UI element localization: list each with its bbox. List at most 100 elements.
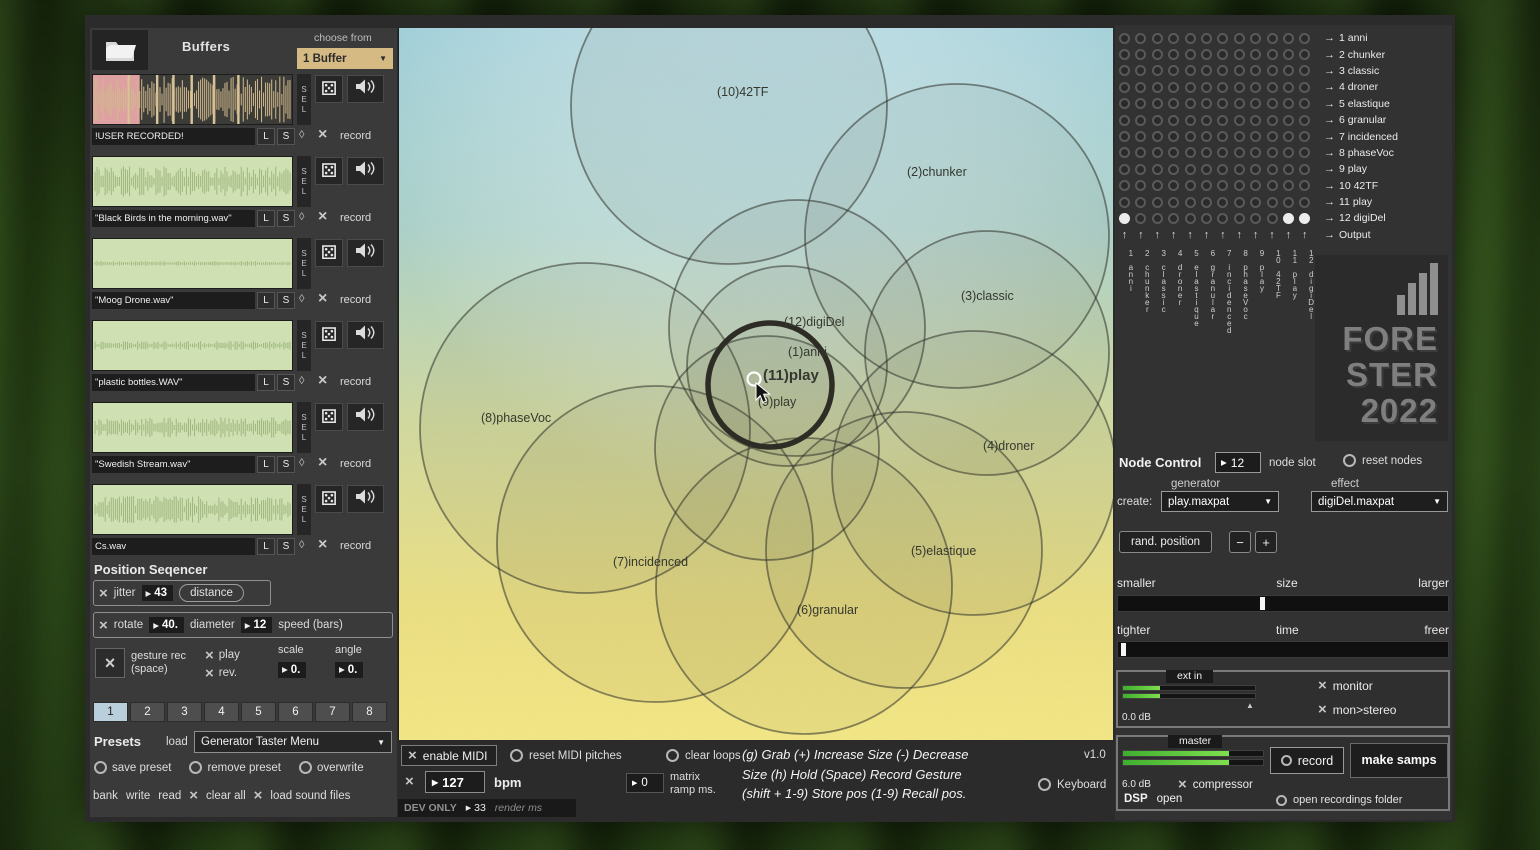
- remove-preset-button[interactable]: remove preset: [189, 761, 281, 774]
- matrix-cell[interactable]: [1119, 65, 1130, 76]
- matrix-cell[interactable]: [1283, 115, 1294, 126]
- waveform-display[interactable]: [92, 402, 293, 453]
- select-strip[interactable]: SEL: [297, 402, 311, 453]
- keyboard-button[interactable]: Keyboard: [1038, 778, 1106, 791]
- matrix-cell[interactable]: [1201, 131, 1212, 142]
- record-label[interactable]: record: [340, 130, 371, 142]
- seq-step-2[interactable]: 2: [130, 702, 165, 722]
- matrix-cell[interactable]: [1119, 49, 1130, 60]
- speaker-button[interactable]: [347, 239, 384, 267]
- matrix-cell[interactable]: [1234, 33, 1245, 44]
- matrix-cell[interactable]: [1201, 197, 1212, 208]
- matrix-cell[interactable]: [1250, 180, 1261, 191]
- record-label[interactable]: record: [340, 212, 371, 224]
- matrix-cell[interactable]: [1250, 164, 1261, 175]
- matrix-cell[interactable]: [1152, 213, 1163, 224]
- record-button[interactable]: record: [1270, 747, 1344, 774]
- jitter-value[interactable]: ▶43: [142, 585, 174, 601]
- matrix-cell[interactable]: [1168, 180, 1179, 191]
- load-sound-files-label[interactable]: load sound files: [270, 790, 350, 802]
- seq-step-1[interactable]: 1: [93, 702, 128, 722]
- matrix-cell[interactable]: [1283, 147, 1294, 158]
- size-slider-handle[interactable]: [1260, 597, 1265, 610]
- matrix-cell[interactable]: [1250, 131, 1261, 142]
- matrix-cell[interactable]: [1217, 147, 1228, 158]
- seq-step-5[interactable]: 5: [241, 702, 276, 722]
- matrix-cell[interactable]: [1234, 82, 1245, 93]
- render-ms-value[interactable]: ▶33: [466, 802, 486, 814]
- matrix-cell[interactable]: [1250, 98, 1261, 109]
- matrix-cell[interactable]: [1217, 213, 1228, 224]
- matrix-cell[interactable]: [1217, 131, 1228, 142]
- loop-button[interactable]: L: [257, 456, 275, 473]
- matrix-cell[interactable]: [1250, 213, 1261, 224]
- seq-step-7[interactable]: 7: [315, 702, 350, 722]
- overwrite-button[interactable]: overwrite: [299, 761, 364, 774]
- matrix-cell[interactable]: [1135, 197, 1146, 208]
- seq-step-8[interactable]: 8: [352, 702, 387, 722]
- loop-button[interactable]: L: [257, 538, 275, 555]
- matrix-cell[interactable]: [1234, 197, 1245, 208]
- bpm-value-box[interactable]: ▶ 127: [425, 771, 485, 793]
- scale-value[interactable]: ▶0.: [278, 662, 306, 678]
- dice-random-button[interactable]: ⚄: [315, 485, 343, 513]
- matrix-cell[interactable]: [1119, 82, 1130, 93]
- matrix-cell[interactable]: [1119, 131, 1130, 142]
- matrix-cell[interactable]: [1201, 49, 1212, 60]
- matrix-cell[interactable]: [1299, 49, 1310, 60]
- matrix-cell[interactable]: [1234, 98, 1245, 109]
- matrix-cell[interactable]: [1185, 65, 1196, 76]
- loop-button[interactable]: L: [257, 292, 275, 309]
- open-folder-button[interactable]: [92, 30, 148, 70]
- matrix-cell[interactable]: [1168, 33, 1179, 44]
- bank-read-button[interactable]: read: [158, 790, 181, 802]
- matrix-cell[interactable]: [1135, 115, 1146, 126]
- matrix-cell[interactable]: [1119, 115, 1130, 126]
- matrix-cell[interactable]: [1119, 197, 1130, 208]
- matrix-cell[interactable]: [1185, 82, 1196, 93]
- record-arm-toggle[interactable]: ×: [318, 372, 327, 390]
- rotate-toggle[interactable]: ×: [99, 618, 108, 633]
- rand-plus-button[interactable]: +: [1255, 531, 1277, 553]
- dice-random-button[interactable]: ⚄: [315, 157, 343, 185]
- loop-button[interactable]: L: [257, 128, 275, 145]
- matrix-cell[interactable]: [1283, 213, 1294, 224]
- matrix-cell[interactable]: [1283, 33, 1294, 44]
- reset-nodes-button[interactable]: reset nodes: [1343, 454, 1422, 467]
- matrix-cell[interactable]: [1135, 82, 1146, 93]
- enable-midi-toggle[interactable]: × enable MIDI: [401, 745, 497, 766]
- bank-write-button[interactable]: write: [126, 790, 150, 802]
- matrix-cell[interactable]: [1168, 65, 1179, 76]
- record-arm-toggle[interactable]: ×: [318, 208, 327, 226]
- seq-step-3[interactable]: 3: [167, 702, 202, 722]
- matrix-cell[interactable]: [1201, 147, 1212, 158]
- time-slider-handle[interactable]: [1121, 643, 1126, 656]
- node-circle[interactable]: [708, 323, 832, 447]
- matrix-cell[interactable]: [1234, 180, 1245, 191]
- matrix-cell[interactable]: [1299, 197, 1310, 208]
- matrix-cell[interactable]: [1250, 115, 1261, 126]
- matrix-ramp-value-box[interactable]: ▶ 0: [626, 773, 664, 793]
- solo-button[interactable]: S: [277, 210, 295, 227]
- matrix-cell[interactable]: [1168, 115, 1179, 126]
- dice-random-button[interactable]: ⚄: [315, 239, 343, 267]
- generator-patch-dropdown[interactable]: play.maxpat ▼: [1161, 491, 1279, 512]
- matrix-cell[interactable]: [1168, 197, 1179, 208]
- matrix-cell[interactable]: [1152, 147, 1163, 158]
- rand-position-button[interactable]: rand. position: [1119, 531, 1212, 553]
- matrix-cell[interactable]: [1152, 115, 1163, 126]
- matrix-cell[interactable]: [1135, 147, 1146, 158]
- matrix-cell[interactable]: [1299, 115, 1310, 126]
- select-strip[interactable]: SEL: [297, 320, 311, 371]
- dice-random-button[interactable]: ⚄: [315, 321, 343, 349]
- matrix-cell[interactable]: [1283, 197, 1294, 208]
- matrix-cell[interactable]: [1135, 49, 1146, 60]
- matrix-cell[interactable]: [1152, 164, 1163, 175]
- node-slot-value-box[interactable]: ▶ 12: [1215, 452, 1261, 473]
- select-strip[interactable]: SEL: [297, 484, 311, 535]
- solo-button[interactable]: S: [277, 456, 295, 473]
- matrix-cell[interactable]: [1168, 164, 1179, 175]
- matrix-cell[interactable]: [1250, 197, 1261, 208]
- matrix-cell[interactable]: [1119, 164, 1130, 175]
- matrix-cell[interactable]: [1201, 164, 1212, 175]
